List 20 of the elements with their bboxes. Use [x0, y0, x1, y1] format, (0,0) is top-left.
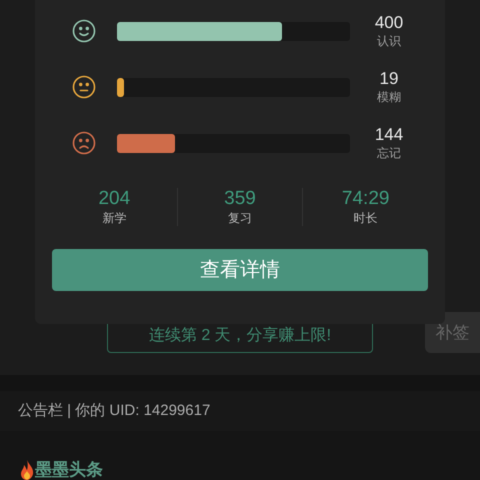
- count-label: 忘记: [377, 145, 401, 161]
- flame-icon: [20, 460, 34, 480]
- makeup-checkin-button[interactable]: 补签: [425, 312, 480, 353]
- stat-label: 新学: [102, 210, 126, 226]
- happy-face-icon: [72, 19, 96, 43]
- neutral-face-icon: [72, 75, 96, 99]
- stat-label: 复习: [228, 210, 252, 226]
- notice-text: 公告栏 | 你的 UID: 14299617: [18, 400, 210, 421]
- count: 144: [374, 125, 404, 145]
- stat-value: 204: [98, 188, 130, 210]
- sad-face-icon: [72, 131, 96, 155]
- count-label: 模糊: [377, 89, 401, 105]
- stat-label: 时长: [354, 210, 378, 226]
- view-details-button[interactable]: 查看详情: [52, 249, 428, 291]
- count-label: 认识: [377, 33, 401, 49]
- headline-title: 墨墨头条: [35, 459, 103, 480]
- count: 19: [380, 69, 398, 89]
- stat-value: 359: [224, 188, 256, 210]
- count: 400: [374, 13, 404, 33]
- stat-value: 74:29: [342, 188, 390, 210]
